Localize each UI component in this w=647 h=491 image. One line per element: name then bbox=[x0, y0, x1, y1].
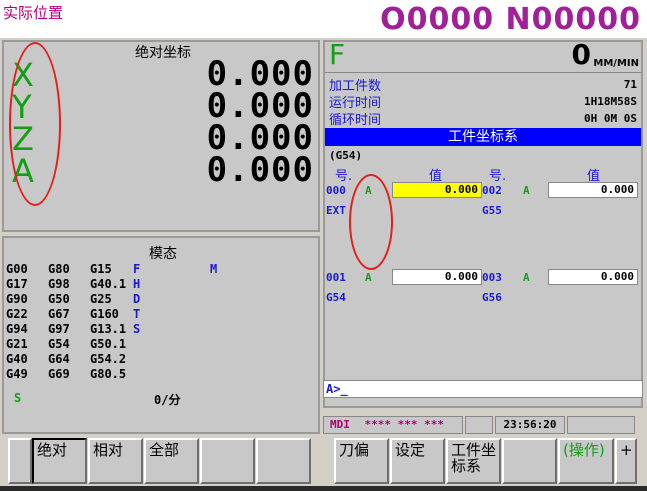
work-offset-panel: F 0 MM/MIN 加工件数 71 运行时间 1H18M58S 循环时间 0H… bbox=[323, 38, 643, 408]
softkey-blank[interactable] bbox=[502, 438, 557, 484]
modal-code: G94 bbox=[6, 322, 28, 336]
feed-label: F bbox=[329, 38, 346, 71]
absolute-position-panel: 绝对坐标 X Y Z A 0.000 0.000 0.000 0.000 bbox=[2, 40, 320, 232]
modal-row: G90 G50 G25 D bbox=[6, 292, 316, 307]
modal-row: G17 G98 G40.1 H bbox=[6, 277, 316, 292]
modal-code: G13.1 bbox=[90, 322, 127, 336]
offset-axis[interactable]: A bbox=[365, 271, 372, 284]
modal-row: G00 G80 G15 F M bbox=[6, 262, 316, 277]
softkey-tool-offset[interactable]: 刀偏 bbox=[334, 438, 389, 484]
program-number: O0000 N00000 bbox=[380, 2, 641, 37]
screen-title: 实际位置 bbox=[3, 4, 64, 22]
modal-code: G54 bbox=[48, 337, 70, 351]
spindle-speed: 0/分 bbox=[154, 393, 181, 407]
softkey-blank[interactable] bbox=[200, 438, 255, 484]
modal-row: G22 G67 G160 T bbox=[6, 307, 316, 322]
modal-letter: H bbox=[133, 277, 141, 291]
col-header-no: 号. bbox=[335, 169, 353, 184]
status-mode: MDI **** *** *** bbox=[323, 416, 463, 434]
modal-row: G49 G69 G80.5 bbox=[6, 367, 316, 382]
modal-row: G21 G54 G50.1 bbox=[6, 337, 316, 352]
modal-code: G80 bbox=[48, 262, 70, 276]
modal-letter: M bbox=[210, 262, 218, 276]
modal-letter: S bbox=[133, 322, 141, 336]
modal-row: G40 G64 G54.2 bbox=[6, 352, 316, 367]
mode-indicator: MDI bbox=[330, 418, 350, 431]
feed-value: 0 bbox=[571, 38, 591, 71]
clock: 23:56:20 bbox=[495, 416, 565, 434]
offset-value-field[interactable]: 0.000 bbox=[392, 182, 482, 198]
offset-axis[interactable]: A bbox=[523, 184, 530, 197]
modal-code: G54.2 bbox=[90, 352, 127, 366]
modal-code: G21 bbox=[6, 337, 28, 351]
offset-axis[interactable]: A bbox=[523, 271, 530, 284]
cycle-time-value: 0H 0M 0S bbox=[584, 112, 637, 125]
modal-code: G69 bbox=[48, 367, 70, 381]
softkey-all[interactable]: 全部 bbox=[144, 438, 199, 484]
modal-code: G160 bbox=[90, 307, 119, 321]
modal-code: G40.1 bbox=[90, 277, 127, 291]
offset-value-field[interactable]: 0.000 bbox=[548, 269, 638, 285]
modal-code: G98 bbox=[48, 277, 70, 291]
modal-code: G49 bbox=[6, 367, 28, 381]
offset-code: G56 bbox=[482, 291, 502, 304]
status-flags: **** *** *** bbox=[364, 418, 444, 431]
offset-code: G55 bbox=[482, 204, 502, 217]
offset-value-field[interactable]: 0.000 bbox=[392, 269, 482, 285]
softkey-next[interactable]: + bbox=[615, 438, 637, 484]
cycle-time-label: 循环时间 bbox=[329, 113, 382, 128]
modal-code: G50 bbox=[48, 292, 70, 306]
input-buffer[interactable]: A>_ bbox=[323, 380, 643, 398]
annotation-oval bbox=[9, 42, 61, 206]
softkey-setting[interactable]: 设定 bbox=[390, 438, 445, 484]
status-blank bbox=[567, 416, 635, 434]
offset-number: 002 bbox=[482, 184, 502, 197]
divider bbox=[325, 72, 641, 73]
col-header-no: 号. bbox=[489, 169, 507, 184]
softkey-return[interactable] bbox=[8, 438, 32, 484]
bottom-strip bbox=[0, 486, 647, 491]
softkey-blank[interactable] bbox=[256, 438, 311, 484]
feed-unit: MM/MIN bbox=[593, 58, 639, 69]
modal-code: G64 bbox=[48, 352, 70, 366]
modal-title: 模态 bbox=[149, 246, 177, 262]
modal-code: G00 bbox=[6, 262, 28, 276]
parts-count-value: 71 bbox=[623, 78, 637, 91]
modal-letter: D bbox=[133, 292, 141, 306]
spindle-s-label: S bbox=[14, 391, 22, 405]
axis-value-a: 0.000 bbox=[206, 150, 314, 190]
offset-code: EXT bbox=[326, 204, 346, 217]
work-coords-title: 工件坐标系 bbox=[325, 128, 641, 146]
modal-code: G90 bbox=[6, 292, 28, 306]
modal-letter: T bbox=[133, 307, 141, 321]
modal-code: G50.1 bbox=[90, 337, 127, 351]
modal-code: G97 bbox=[48, 322, 70, 336]
offset-number: 000 bbox=[326, 184, 346, 197]
annotation-oval bbox=[349, 174, 393, 270]
modal-row: G94 G97 G13.1 S bbox=[6, 322, 316, 337]
softkey-relative[interactable]: 相对 bbox=[88, 438, 143, 484]
offset-number: 003 bbox=[482, 271, 502, 284]
modal-code: G22 bbox=[6, 307, 28, 321]
softkey-operation[interactable]: (操作) bbox=[558, 438, 614, 484]
modal-code: G80.5 bbox=[90, 367, 127, 381]
modal-code: G40 bbox=[6, 352, 28, 366]
offset-code: G54 bbox=[326, 291, 346, 304]
modal-panel: 模态 G00 G80 G15 F M G17 G98 G40.1 H G90 G… bbox=[2, 236, 320, 434]
modal-code: G25 bbox=[90, 292, 112, 306]
current-coord-system: (G54) bbox=[329, 149, 363, 162]
modal-code: G15 bbox=[90, 262, 112, 276]
modal-codes: G00 G80 G15 F M G17 G98 G40.1 H G90 G50 … bbox=[6, 262, 316, 382]
offset-value-field[interactable]: 0.000 bbox=[548, 182, 638, 198]
status-blank bbox=[465, 416, 493, 434]
modal-code: G17 bbox=[6, 277, 28, 291]
run-time-value: 1H18M58S bbox=[584, 95, 637, 108]
softkey-work-coordinates[interactable]: 工件坐标系 bbox=[446, 438, 501, 484]
offset-number: 001 bbox=[326, 271, 346, 284]
modal-code: G67 bbox=[48, 307, 70, 321]
modal-letter: F bbox=[133, 262, 141, 276]
softkey-absolute[interactable]: 绝对 bbox=[32, 438, 87, 484]
